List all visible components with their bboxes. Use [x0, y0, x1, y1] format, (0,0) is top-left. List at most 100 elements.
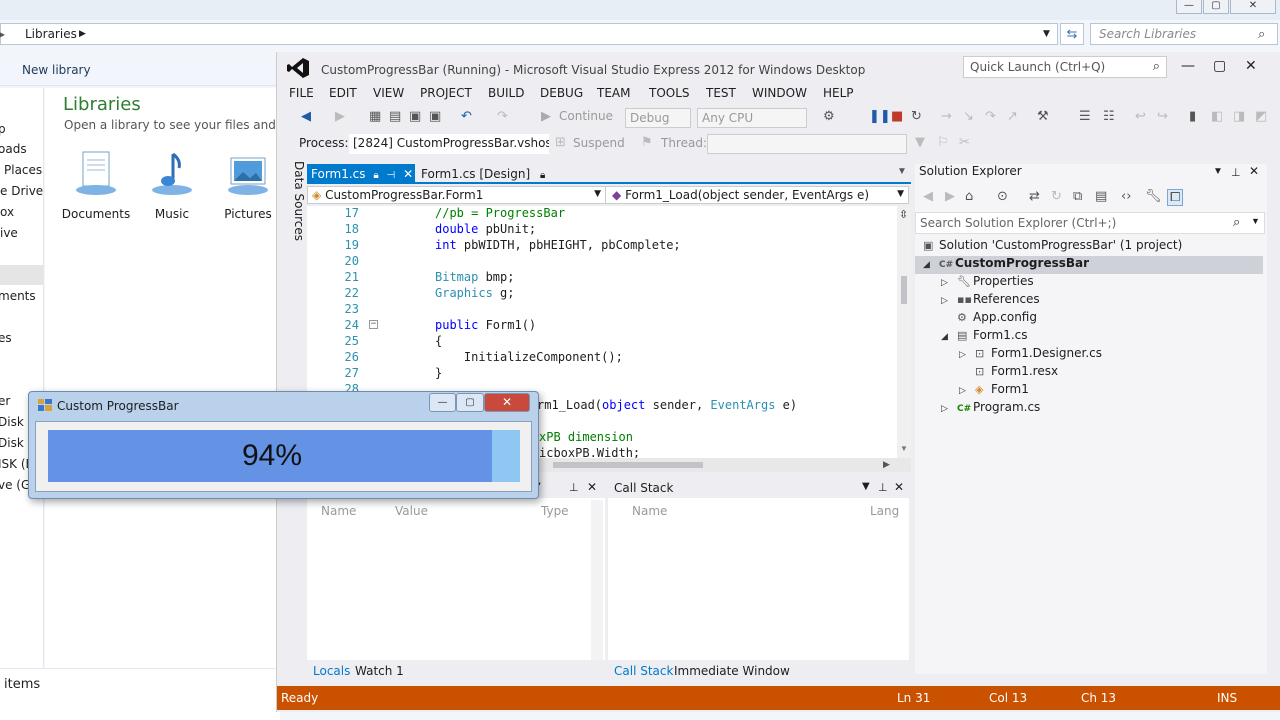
- editor-vertical-scrollbar[interactable]: ⇳ ▼: [897, 206, 911, 458]
- back-icon[interactable]: ◀: [923, 189, 933, 204]
- menu-tools[interactable]: TOOLS: [649, 86, 690, 100]
- open-file-icon[interactable]: ▤: [389, 109, 401, 124]
- custom-progressbar-window[interactable]: Custom ProgressBar — ▢ ✕ 94%: [28, 391, 539, 499]
- close-icon[interactable]: ✕: [1249, 164, 1259, 178]
- search-icon[interactable]: ⌕: [1153, 59, 1160, 74]
- locals-scrollbar[interactable]: [591, 500, 603, 660]
- column-value[interactable]: Value: [395, 504, 428, 518]
- nav-item[interactable]: ve (G: [0, 478, 30, 492]
- tree-node-references[interactable]: ▷ ▪▪References: [941, 292, 1040, 310]
- tab-form1-design[interactable]: Form1.cs [Design] 🔒︎: [417, 164, 549, 184]
- nav-item[interactable]: ments: [0, 289, 36, 303]
- restart-icon[interactable]: ↻: [911, 109, 922, 124]
- member-combo[interactable]: ◆ Form1_Load(object sender, EventArgs e)…: [608, 187, 908, 203]
- address-crumb[interactable]: Libraries: [25, 27, 77, 41]
- close-icon[interactable]: ✕: [587, 480, 597, 494]
- sync-icon[interactable]: ⇄: [1029, 189, 1040, 204]
- hex-display-icon[interactable]: ⚒: [1037, 109, 1049, 124]
- tab-watch-1[interactable]: Watch 1: [355, 664, 404, 678]
- back-icon[interactable]: ◀: [301, 109, 311, 124]
- split-icon[interactable]: ⇳: [899, 208, 908, 221]
- forward-icon[interactable]: ▶: [335, 109, 345, 124]
- code-line[interactable]: 27}: [307, 366, 897, 382]
- minimize-icon[interactable]: —: [1181, 58, 1195, 74]
- suspend-icon[interactable]: ⊞: [555, 135, 566, 150]
- home-icon[interactable]: ⌂: [965, 189, 973, 204]
- search-icon[interactable]: ⌕: [1258, 26, 1265, 42]
- tab-overflow-dropdown-icon[interactable]: ▼: [897, 166, 907, 177]
- menu-help[interactable]: HELP: [823, 86, 854, 100]
- new-library-button[interactable]: New library: [22, 63, 91, 77]
- continue-play-icon[interactable]: ▶: [541, 109, 551, 124]
- code-line[interactable]: 19 int pbWIDTH, pbHEIGHT, pbComplete;: [307, 238, 897, 254]
- menu-debug[interactable]: DEBUG: [540, 86, 583, 100]
- library-documents[interactable]: Documents: [61, 148, 131, 221]
- menu-team[interactable]: TEAM: [597, 86, 630, 100]
- nav-item[interactable]: ox: [0, 205, 14, 219]
- collapsed-arrow-icon[interactable]: ▷: [941, 278, 957, 288]
- menu-project[interactable]: PROJECT: [420, 86, 472, 100]
- tree-node-form1-class[interactable]: ▷ ◈ Form1: [959, 382, 1029, 400]
- maximize-button[interactable]: ▢: [456, 393, 484, 412]
- outdent-icon[interactable]: ↪: [1157, 109, 1168, 124]
- code-line[interactable]: 22 Graphics g;: [307, 286, 897, 302]
- refresh-icon[interactable]: ⇆: [1060, 23, 1084, 45]
- attach-process-icon[interactable]: ⚙: [823, 109, 835, 124]
- crumb-chevron-icon[interactable]: ▶: [79, 29, 86, 39]
- solution-configuration-combo[interactable]: Debug: [625, 108, 691, 128]
- bookmark-icon[interactable]: ▮: [1189, 109, 1196, 124]
- thread-combo[interactable]: [707, 134, 907, 154]
- save-icon[interactable]: ▣: [409, 109, 421, 124]
- step-out-icon[interactable]: ↗: [1007, 109, 1018, 124]
- process-combo[interactable]: [2824] CustomProgressBar.vshost.: [349, 134, 549, 154]
- minimize-icon[interactable]: —: [1176, 0, 1202, 14]
- code-line[interactable]: 21 Bitmap bmp;: [307, 270, 897, 286]
- search-input[interactable]: Search Libraries: [1090, 23, 1278, 45]
- maximize-icon[interactable]: ▢: [1213, 58, 1226, 74]
- toggle-comment-icon[interactable]: ☰: [1079, 109, 1091, 124]
- collapse-region-icon[interactable]: −: [369, 320, 378, 329]
- format-icon[interactable]: ↩: [1135, 109, 1146, 124]
- close-icon[interactable]: ✕: [894, 480, 904, 494]
- code-line[interactable]: 23: [307, 302, 897, 318]
- scroll-down-icon[interactable]: ▼: [900, 444, 908, 453]
- code-line[interactable]: 20: [307, 254, 897, 270]
- nav-item[interactable]: er: [0, 394, 10, 408]
- type-combo[interactable]: ◈ CustomProgressBar.Form1 ▼: [308, 187, 606, 203]
- refresh-icon[interactable]: ↻: [1051, 189, 1062, 204]
- quick-launch-input[interactable]: Quick Launch (Ctrl+Q) ⌕: [963, 56, 1167, 78]
- menu-test[interactable]: TEST: [706, 86, 736, 100]
- library-music[interactable]: Music: [137, 148, 207, 221]
- tree-node-properties[interactable]: ▷ 🔧︎ Properties: [941, 274, 1034, 292]
- solution-explorer-search[interactable]: Search Solution Explorer (Ctrl+;): [915, 212, 1265, 234]
- tree-node-form1-designer[interactable]: ▷ ⊡ Form1.Designer.cs: [959, 346, 1102, 364]
- column-type[interactable]: Type: [541, 504, 569, 518]
- collapsed-arrow-icon[interactable]: ▷: [959, 386, 975, 396]
- chevron-down-icon[interactable]: ▼: [1251, 216, 1260, 226]
- pending-changes-icon[interactable]: ⊙: [997, 189, 1008, 204]
- data-sources-tab[interactable]: Data Sources: [283, 161, 306, 244]
- uncomment-icon[interactable]: ☷: [1103, 109, 1115, 124]
- editor-horizontal-scrollbar[interactable]: ▶: [533, 458, 911, 472]
- column-name[interactable]: Name: [632, 504, 667, 518]
- step-over-icon[interactable]: ↷: [985, 109, 996, 124]
- show-next-statement-icon[interactable]: →: [941, 109, 952, 124]
- code-line[interactable]: 26 InitializeComponent();: [307, 350, 897, 366]
- tree-node-app-config[interactable]: ⚙ App.config: [957, 310, 1037, 328]
- tree-node-form1-resx[interactable]: ⊡ Form1.resx: [975, 364, 1058, 382]
- collapsed-arrow-icon[interactable]: ▷: [941, 404, 957, 414]
- search-icon[interactable]: ⌕: [1233, 214, 1240, 230]
- collapsed-arrow-icon[interactable]: ▷: [959, 350, 975, 360]
- nav-item[interactable]: oads: [0, 142, 27, 156]
- continue-button[interactable]: Continue: [559, 109, 613, 123]
- tab-form1-cs[interactable]: Form1.cs 🔒︎ ⊣ ✕: [307, 164, 415, 184]
- code-line[interactable]: 25 {: [307, 334, 897, 350]
- break-all-icon[interactable]: ❚❚: [869, 109, 891, 124]
- tree-node-program-cs[interactable]: ▷ C# Program.cs: [941, 400, 1040, 418]
- nav-selected-item[interactable]: [0, 265, 43, 285]
- next-bookmark-icon[interactable]: ◨: [1233, 109, 1245, 124]
- filter-icon[interactable]: ▼: [915, 135, 925, 150]
- nav-item[interactable]: p: [0, 122, 6, 136]
- suspend-label[interactable]: Suspend: [573, 136, 625, 150]
- code-line[interactable]: 24 − public Form1(): [307, 318, 897, 334]
